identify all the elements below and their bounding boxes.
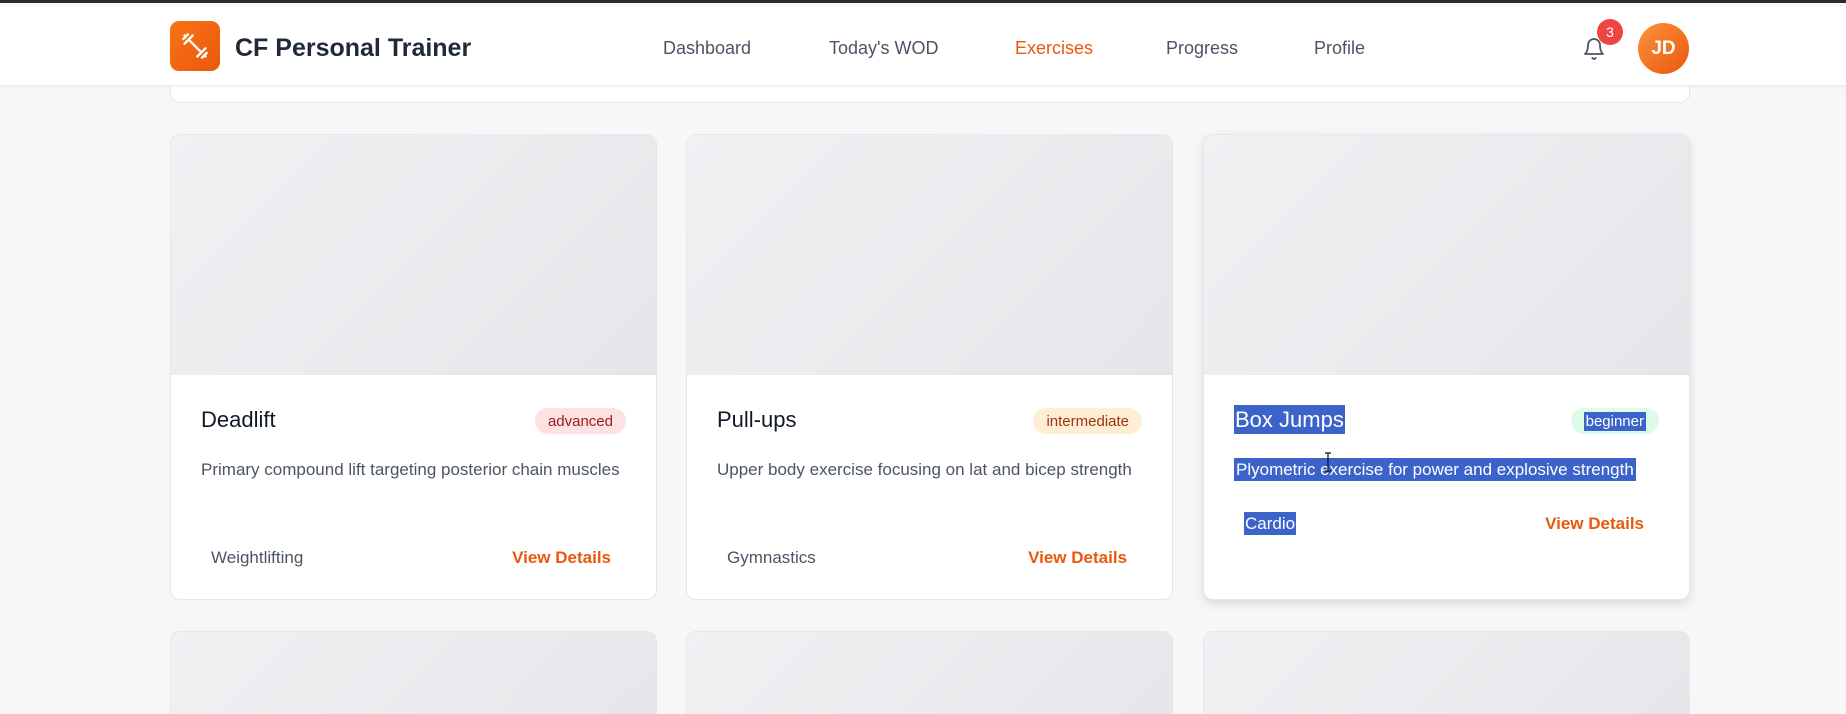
top-navbar: CF Personal Trainer Dashboard Today's WO… <box>0 6 1846 86</box>
exercise-title: Box Jumps <box>1234 405 1345 434</box>
brand-name[interactable]: CF Personal Trainer <box>235 34 471 63</box>
dumbbell-icon <box>182 33 208 59</box>
exercise-category: Weightlifting <box>211 548 304 567</box>
exercise-card: Pull-ups intermediate Upper body exercis… <box>686 134 1173 600</box>
exercise-description: Plyometric exercise for power and explos… <box>1234 457 1674 482</box>
text-cursor-icon <box>1325 452 1331 472</box>
exercise-card: Box Jumps beginner Plyometric exercise f… <box>1203 134 1690 600</box>
exercise-category: Gymnastics <box>727 548 816 567</box>
exercise-card-partial <box>1203 631 1690 714</box>
exercise-description: Upper body exercise focusing on lat and … <box>717 460 1132 479</box>
notification-count-badge: 3 <box>1597 19 1623 45</box>
exercise-title: Pull-ups <box>717 407 797 432</box>
exercise-description-text: Plyometric exercise for power and explos… <box>1234 458 1636 481</box>
nav-progress[interactable]: Progress <box>1166 38 1238 59</box>
nav-exercises[interactable]: Exercises <box>1015 38 1093 59</box>
difficulty-badge: advanced <box>534 408 626 434</box>
view-details-link[interactable]: View Details <box>1028 548 1127 568</box>
nav-dashboard[interactable]: Dashboard <box>663 38 751 59</box>
exercise-image-placeholder <box>687 135 1172 375</box>
exercise-card: Deadlift advanced Primary compound lift … <box>170 134 657 600</box>
view-details-link[interactable]: View Details <box>512 548 611 568</box>
exercise-title: Deadlift <box>201 407 276 432</box>
exercise-card-partial <box>170 631 657 714</box>
difficulty-badge-text: beginner <box>1583 411 1646 431</box>
nav-profile[interactable]: Profile <box>1314 38 1365 59</box>
exercise-title-text: Box Jumps <box>1234 405 1345 434</box>
view-details-link[interactable]: View Details <box>1545 514 1644 534</box>
exercise-category: Cardio <box>1244 512 1297 535</box>
exercise-image-placeholder <box>1204 135 1689 375</box>
exercise-card-partial <box>686 631 1173 714</box>
app-logo[interactable] <box>170 21 220 71</box>
nav-todays-wod[interactable]: Today's WOD <box>829 38 938 59</box>
user-avatar[interactable]: JD <box>1638 23 1689 74</box>
difficulty-badge: beginner <box>1570 408 1659 434</box>
exercise-image-placeholder <box>171 135 656 375</box>
exercise-category-text: Cardio <box>1244 512 1297 535</box>
exercise-description: Primary compound lift targeting posterio… <box>201 460 620 479</box>
difficulty-badge: intermediate <box>1033 408 1142 434</box>
